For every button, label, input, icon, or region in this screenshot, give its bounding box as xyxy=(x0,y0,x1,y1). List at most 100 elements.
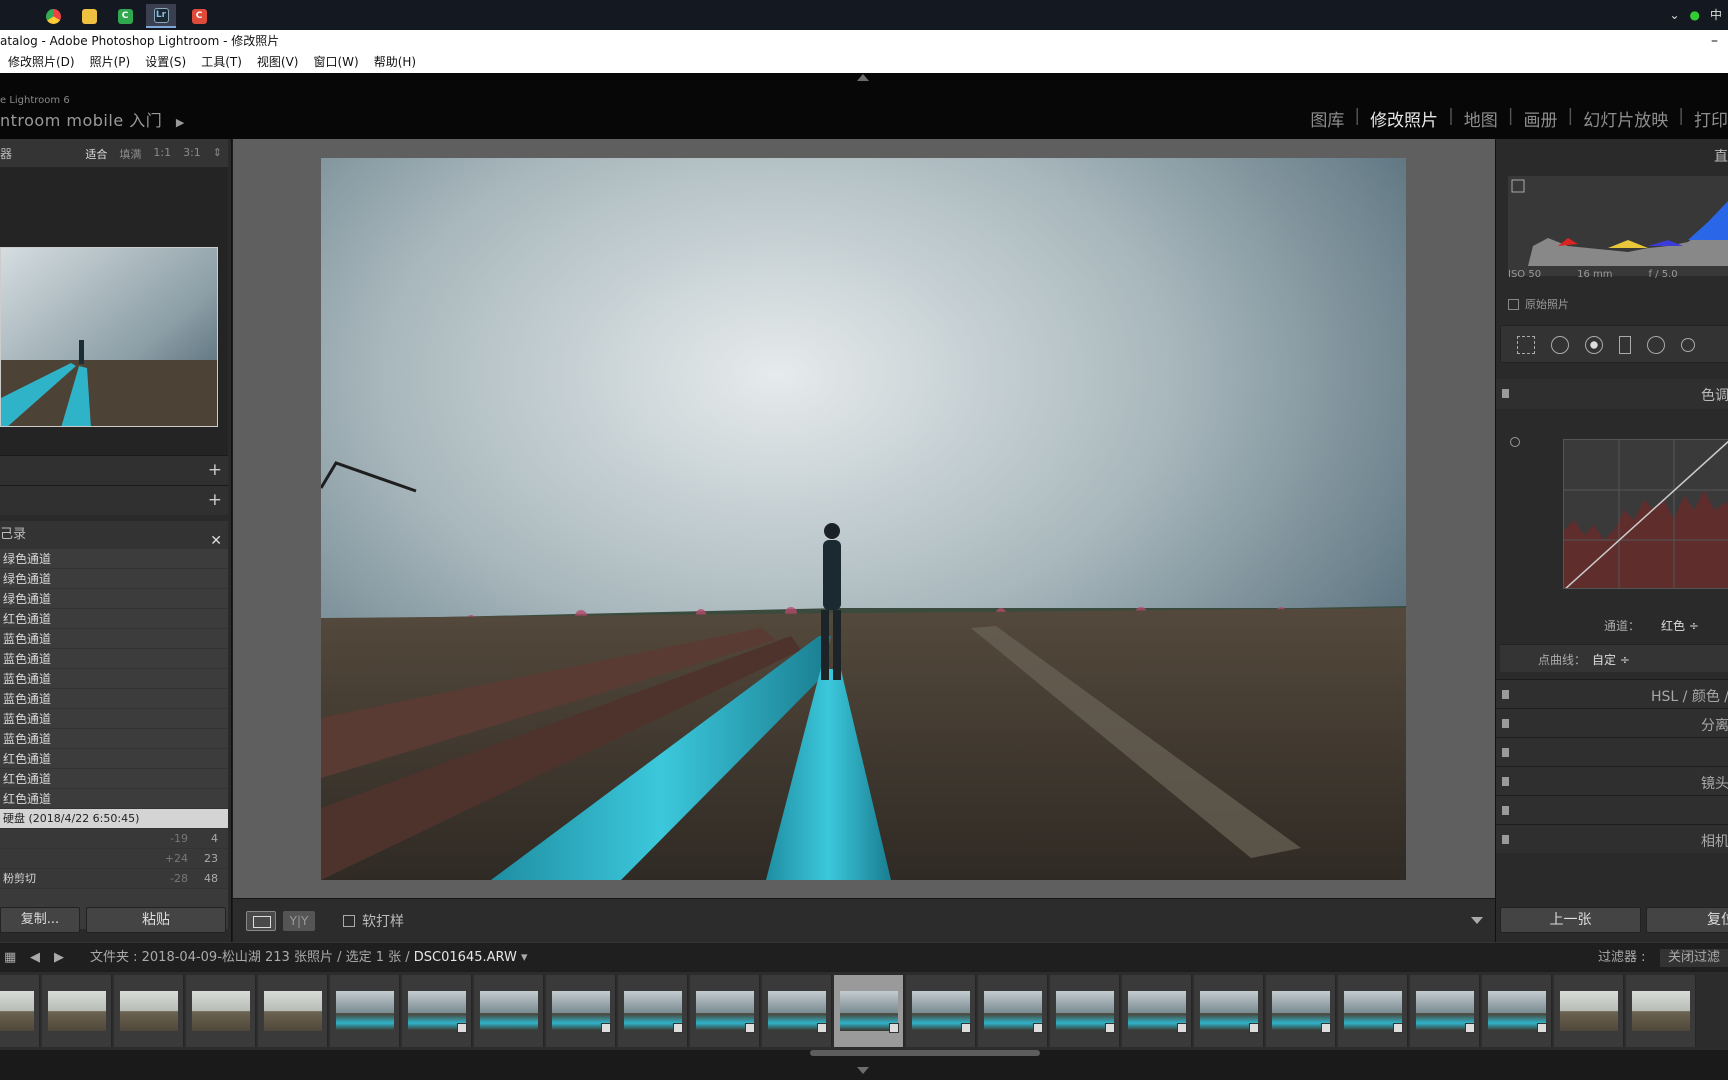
recorder-icon[interactable]: C xyxy=(184,4,214,28)
chrome-icon[interactable] xyxy=(38,4,68,28)
detail-panel-header[interactable] xyxy=(1496,737,1728,766)
filmstrip-thumbnail[interactable] xyxy=(258,975,328,1047)
filmstrip-source[interactable]: 文件夹 : 2018-04-09-松山湖 213 张照片 / 选定 1 张 / … xyxy=(90,943,528,973)
menu-help[interactable]: 帮助(H) xyxy=(366,52,423,73)
history-item[interactable]: -19 4 xyxy=(0,829,228,849)
history-item[interactable]: 红色通道 xyxy=(0,789,228,809)
menu-develop[interactable]: 修改照片(D) xyxy=(0,52,82,73)
navigator-thumbnail[interactable] xyxy=(0,247,218,427)
grid-icon[interactable]: ▦ xyxy=(4,943,16,973)
filmstrip-thumbnail[interactable] xyxy=(690,975,760,1047)
toolbar-options-icon[interactable] xyxy=(1471,917,1483,924)
bottom-panel-toggle-icon[interactable] xyxy=(857,1067,869,1074)
filmstrip-thumbnail[interactable] xyxy=(114,975,184,1047)
filmstrip-thumbnail[interactable] xyxy=(402,975,472,1047)
filmstrip-thumbnail[interactable] xyxy=(1554,975,1624,1047)
zoom-stepper-icon[interactable]: ⇕ xyxy=(213,146,222,162)
module-slideshow[interactable]: 幻灯片放映 xyxy=(1573,106,1678,131)
paste-settings-button[interactable]: 粘贴 xyxy=(86,907,226,933)
history-item[interactable]: 蓝色通道 xyxy=(0,629,228,649)
history-item[interactable]: 蓝色通道 xyxy=(0,649,228,669)
radial-filter-icon[interactable] xyxy=(1647,336,1665,354)
lightroom-icon[interactable]: Lr xyxy=(146,4,176,28)
effects-panel-header[interactable] xyxy=(1496,795,1728,824)
menu-settings[interactable]: 设置(S) xyxy=(137,52,193,73)
filmstrip-thumbnail[interactable] xyxy=(1482,975,1552,1047)
hsl-panel-header[interactable]: HSL / 颜色 / xyxy=(1496,679,1728,708)
camera-calibration-panel-header[interactable]: 相机 xyxy=(1496,824,1728,853)
spot-removal-icon[interactable] xyxy=(1551,336,1569,354)
navigator-header[interactable]: 器 适合 填满 1:1 3:1 ⇕ xyxy=(0,139,228,167)
menu-view[interactable]: 视图(V) xyxy=(249,52,306,73)
presets-panel-header[interactable]: + xyxy=(0,455,228,485)
filmstrip-thumbnail[interactable] xyxy=(1050,975,1120,1047)
history-panel-header[interactable]: 己录 ✕ xyxy=(0,521,228,549)
history-item[interactable]: 绿色通道 xyxy=(0,589,228,609)
module-print[interactable]: 打印 xyxy=(1684,106,1728,131)
tone-curve-header[interactable]: 色调 xyxy=(1496,379,1728,409)
back-arrow-icon[interactable]: ◀ xyxy=(30,943,40,973)
main-photo[interactable] xyxy=(321,158,1406,880)
filmstrip-scrollbar[interactable] xyxy=(810,1050,1040,1056)
filmstrip-thumbnail[interactable] xyxy=(834,975,904,1047)
filmstrip-thumbnail[interactable] xyxy=(1410,975,1480,1047)
channel-select[interactable]: 红色 ÷ xyxy=(1661,617,1699,634)
zoom-1-1[interactable]: 1:1 xyxy=(153,146,171,162)
zoom-fill[interactable]: 填满 xyxy=(119,146,141,162)
soft-proofing-checkbox[interactable] xyxy=(343,915,355,927)
filmstrip-thumbnail[interactable] xyxy=(1194,975,1264,1047)
wechat-icon[interactable]: ● xyxy=(1690,8,1700,22)
tone-curve-graph[interactable] xyxy=(1563,439,1728,589)
filmstrip-thumbnail[interactable] xyxy=(618,975,688,1047)
zoom-fit[interactable]: 适合 xyxy=(85,146,107,162)
history-item[interactable]: 绿色通道 xyxy=(0,569,228,589)
history-item[interactable]: 绿色通道 xyxy=(0,549,228,569)
filmstrip-thumbnail[interactable] xyxy=(42,975,112,1047)
menu-photo[interactable]: 照片(P) xyxy=(82,52,138,73)
filmstrip-thumbnail[interactable] xyxy=(906,975,976,1047)
menu-window[interactable]: 窗口(W) xyxy=(305,52,365,73)
filmstrip-thumbnail[interactable] xyxy=(1626,975,1696,1047)
filmstrip-thumbnail[interactable] xyxy=(1122,975,1192,1047)
camtasia-icon[interactable]: C xyxy=(110,4,140,28)
navigator-preview-area[interactable] xyxy=(0,167,228,455)
ime-indicator[interactable]: 中 xyxy=(1710,6,1722,23)
history-item[interactable]: 蓝色通道 xyxy=(0,689,228,709)
minimize-button[interactable]: – xyxy=(1711,30,1718,52)
before-after-button[interactable]: Y|Y xyxy=(283,911,315,931)
filter-select[interactable]: 关闭过滤 xyxy=(1660,949,1728,967)
tray-chevron-icon[interactable]: ⌄ xyxy=(1669,8,1679,22)
filmstrip-thumbnail[interactable] xyxy=(1266,975,1336,1047)
filmstrip-thumbnail[interactable] xyxy=(1338,975,1408,1047)
reset-button[interactable]: 复位 xyxy=(1646,907,1728,933)
original-photo-checkbox[interactable] xyxy=(1508,299,1519,310)
module-book[interactable]: 画册 xyxy=(1514,106,1568,131)
point-curve-select[interactable]: 自定 ÷ xyxy=(1592,651,1630,668)
target-adjust-icon[interactable] xyxy=(1510,437,1520,447)
history-item[interactable]: 蓝色通道 xyxy=(0,729,228,749)
top-panel-toggle-icon[interactable] xyxy=(857,74,869,81)
panel-switch-icon[interactable] xyxy=(1502,389,1509,398)
snapshots-panel-header[interactable]: + xyxy=(0,485,228,515)
history-item[interactable]: 蓝色通道 xyxy=(0,709,228,729)
menu-tools[interactable]: 工具(T) xyxy=(193,52,249,73)
history-item-snapshot[interactable]: 硬盘 (2018/4/22 6:50:45) xyxy=(0,809,228,829)
crop-icon[interactable] xyxy=(1517,336,1535,354)
module-map[interactable]: 地图 xyxy=(1454,106,1508,131)
lightroom-mobile-link[interactable]: ntroom mobile 入门 ▶ xyxy=(0,107,185,131)
history-item[interactable]: 红色通道 xyxy=(0,749,228,769)
split-toning-panel-header[interactable]: 分离 xyxy=(1496,708,1728,737)
history-item[interactable]: 粉剪切 -28 48 xyxy=(0,869,228,889)
add-preset-icon[interactable]: + xyxy=(208,460,222,480)
lens-corrections-panel-header[interactable]: 镜头 xyxy=(1496,766,1728,795)
graduated-filter-icon[interactable] xyxy=(1619,336,1631,354)
add-snapshot-icon[interactable]: + xyxy=(208,490,222,510)
loupe-view-button[interactable] xyxy=(246,911,276,931)
previous-settings-button[interactable]: 上一张 xyxy=(1500,907,1641,933)
filmstrip-thumbnail[interactable] xyxy=(978,975,1048,1047)
history-item[interactable]: 红色通道 xyxy=(0,769,228,789)
copy-settings-button[interactable]: 复制... xyxy=(0,907,80,933)
zoom-3-1[interactable]: 3:1 xyxy=(183,146,201,162)
adjustment-brush-icon[interactable] xyxy=(1681,338,1695,352)
filmstrip-thumbnail[interactable] xyxy=(546,975,616,1047)
